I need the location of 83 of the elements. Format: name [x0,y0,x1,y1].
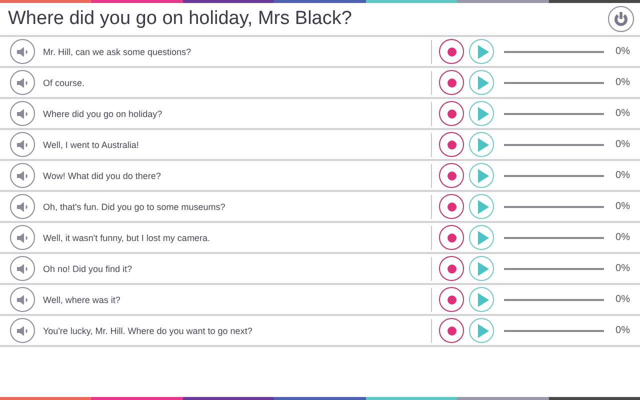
page-title: Where did you go on holiday, Mrs Black? [8,8,352,30]
record-icon [446,264,456,274]
play-icon [476,292,488,306]
play-icon [476,168,488,182]
record-button[interactable] [439,163,464,188]
dialogue-line: You're lucky, Mr. Hill. Where do you want to go next? [43,326,254,336]
speaker-icon [16,324,30,338]
speaker-button[interactable] [10,287,35,312]
record-icon [446,170,456,180]
progress-percent: 0% [616,77,630,88]
record-icon [446,232,456,242]
progress-percent: 0% [616,201,630,212]
dialogue-line: Of course. [43,78,86,88]
play-button[interactable] [469,132,494,157]
record-button[interactable] [439,256,464,281]
progress-percent: 0% [616,263,630,274]
play-icon [476,200,488,214]
speaker-button[interactable] [10,256,35,281]
speaker-button[interactable] [10,101,35,126]
record-icon [446,108,456,118]
power-icon [613,11,629,27]
speaker-button[interactable] [10,318,35,343]
play-icon [476,230,488,244]
speaker-button[interactable] [10,194,35,219]
play-icon [476,324,488,338]
dialogue-line: Wow! What did you do there? [43,170,162,180]
record-button[interactable] [439,132,464,157]
dialogue-line: Well, I went to Australia! [43,140,140,150]
speaker-icon [16,76,30,90]
play-button[interactable] [469,101,494,126]
progress-percent: 0% [616,294,630,305]
play-icon [476,76,488,90]
play-icon [476,106,488,120]
progress-percent: 0% [616,108,630,119]
progress-percent: 0% [616,139,630,150]
speaker-icon [16,292,30,306]
speaker-icon [16,44,30,58]
play-button[interactable] [469,39,494,64]
dialogue-line: Well, where was it? [43,294,122,304]
record-icon [446,46,456,56]
speaker-button[interactable] [10,39,35,64]
progress-percent: 0% [616,325,630,336]
progress-percent: 0% [616,46,630,57]
play-button[interactable] [469,70,494,95]
dialogue-line: Oh, that's fun. Did you go to some museums? [43,202,226,212]
speaker-icon [16,106,30,120]
record-icon [446,326,456,336]
play-button[interactable] [469,287,494,312]
power-button[interactable] [608,6,634,32]
dialogue-line: Mr. Hill, can we ask some questions? [43,46,192,56]
dialogue-line: Where did you go on holiday? [43,108,164,118]
play-button[interactable] [469,318,494,343]
play-icon [476,262,488,276]
record-icon [446,140,456,150]
record-icon [446,202,456,212]
speaker-button[interactable] [10,132,35,157]
speaker-button[interactable] [10,70,35,95]
play-icon [476,138,488,152]
speaker-button[interactable] [10,163,35,188]
play-button[interactable] [469,225,494,250]
dialogue-line: Oh no! Did you find it? [43,264,134,274]
dialogue-line: Well, it wasn't funny, but I lost my camera. [43,232,211,242]
speaker-icon [16,200,30,214]
record-button[interactable] [439,318,464,343]
record-icon [446,78,456,88]
speaker-button[interactable] [10,225,35,250]
progress-percent: 0% [616,232,630,243]
play-icon [476,44,488,58]
speaker-icon [16,230,30,244]
play-button[interactable] [469,163,494,188]
record-button[interactable] [439,70,464,95]
play-button[interactable] [469,256,494,281]
record-button[interactable] [439,194,464,219]
record-button[interactable] [439,225,464,250]
speaker-icon [16,138,30,152]
progress-percent: 0% [616,170,630,181]
speaker-icon [16,168,30,182]
record-icon [446,294,456,304]
record-button[interactable] [439,101,464,126]
record-button[interactable] [439,287,464,312]
speaker-icon [16,262,30,276]
play-button[interactable] [469,194,494,219]
record-button[interactable] [439,39,464,64]
